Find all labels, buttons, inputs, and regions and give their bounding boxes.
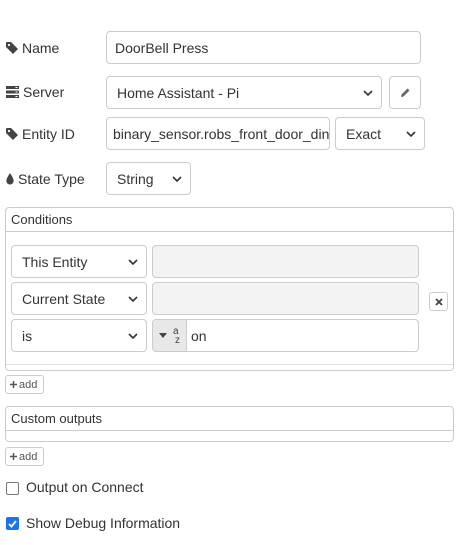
tag-icon [6, 42, 18, 54]
edit-server-button[interactable] [389, 76, 421, 109]
custom-outputs-title: Custom outputs [6, 407, 453, 431]
show-debug-checkbox[interactable] [6, 517, 19, 530]
chevron-down-icon [128, 258, 138, 265]
output-on-connect-checkbox[interactable] [6, 482, 19, 495]
chevron-down-icon [406, 130, 416, 137]
entity-id-input[interactable]: binary_sensor.robs_front_door_din [106, 117, 330, 150]
server-select[interactable]: Home Assistant - Pi [106, 76, 382, 109]
add-custom-output-button[interactable]: add [5, 447, 44, 466]
name-input[interactable]: DoorBell Press [106, 31, 421, 64]
conditions-title: Conditions [6, 208, 453, 232]
conditions-divider [6, 364, 453, 365]
server-label: Server [6, 82, 64, 102]
chevron-down-icon [128, 295, 138, 302]
state-type-label: State Type [6, 169, 85, 189]
caret-down-icon [159, 332, 167, 338]
remove-condition-button[interactable] [429, 292, 448, 311]
entity-match-select[interactable]: Exact [335, 117, 425, 150]
chevron-down-icon [128, 332, 138, 339]
name-label: Name [6, 38, 59, 58]
drop-icon [6, 173, 14, 185]
condition-value-entity[interactable] [152, 245, 419, 278]
type-select-button[interactable]: a z [153, 320, 187, 351]
state-type-select[interactable]: String [106, 162, 191, 195]
entity-id-label: Entity ID [6, 124, 75, 144]
server-icon [6, 86, 19, 98]
condition-select-state[interactable]: Current State [11, 282, 147, 315]
chevron-down-icon [363, 89, 373, 96]
add-condition-button[interactable]: add [5, 375, 44, 394]
pencil-icon [400, 88, 409, 97]
plus-icon [10, 453, 17, 460]
show-debug-label: Show Debug Information [26, 515, 181, 531]
condition-select-entity[interactable]: This Entity [11, 245, 147, 278]
string-type-icon: a z [173, 325, 180, 346]
check-icon [8, 519, 17, 528]
tag-icon [6, 128, 18, 140]
plus-icon [10, 381, 17, 388]
condition-value-state[interactable] [152, 282, 419, 315]
chevron-down-icon [172, 175, 182, 182]
custom-outputs-section: Custom outputs [5, 406, 454, 442]
close-icon [434, 297, 443, 306]
output-on-connect-label: Output on Connect [26, 479, 144, 495]
condition-operator-select[interactable]: is [11, 319, 147, 352]
condition-typed-input[interactable]: a z on [152, 319, 419, 352]
